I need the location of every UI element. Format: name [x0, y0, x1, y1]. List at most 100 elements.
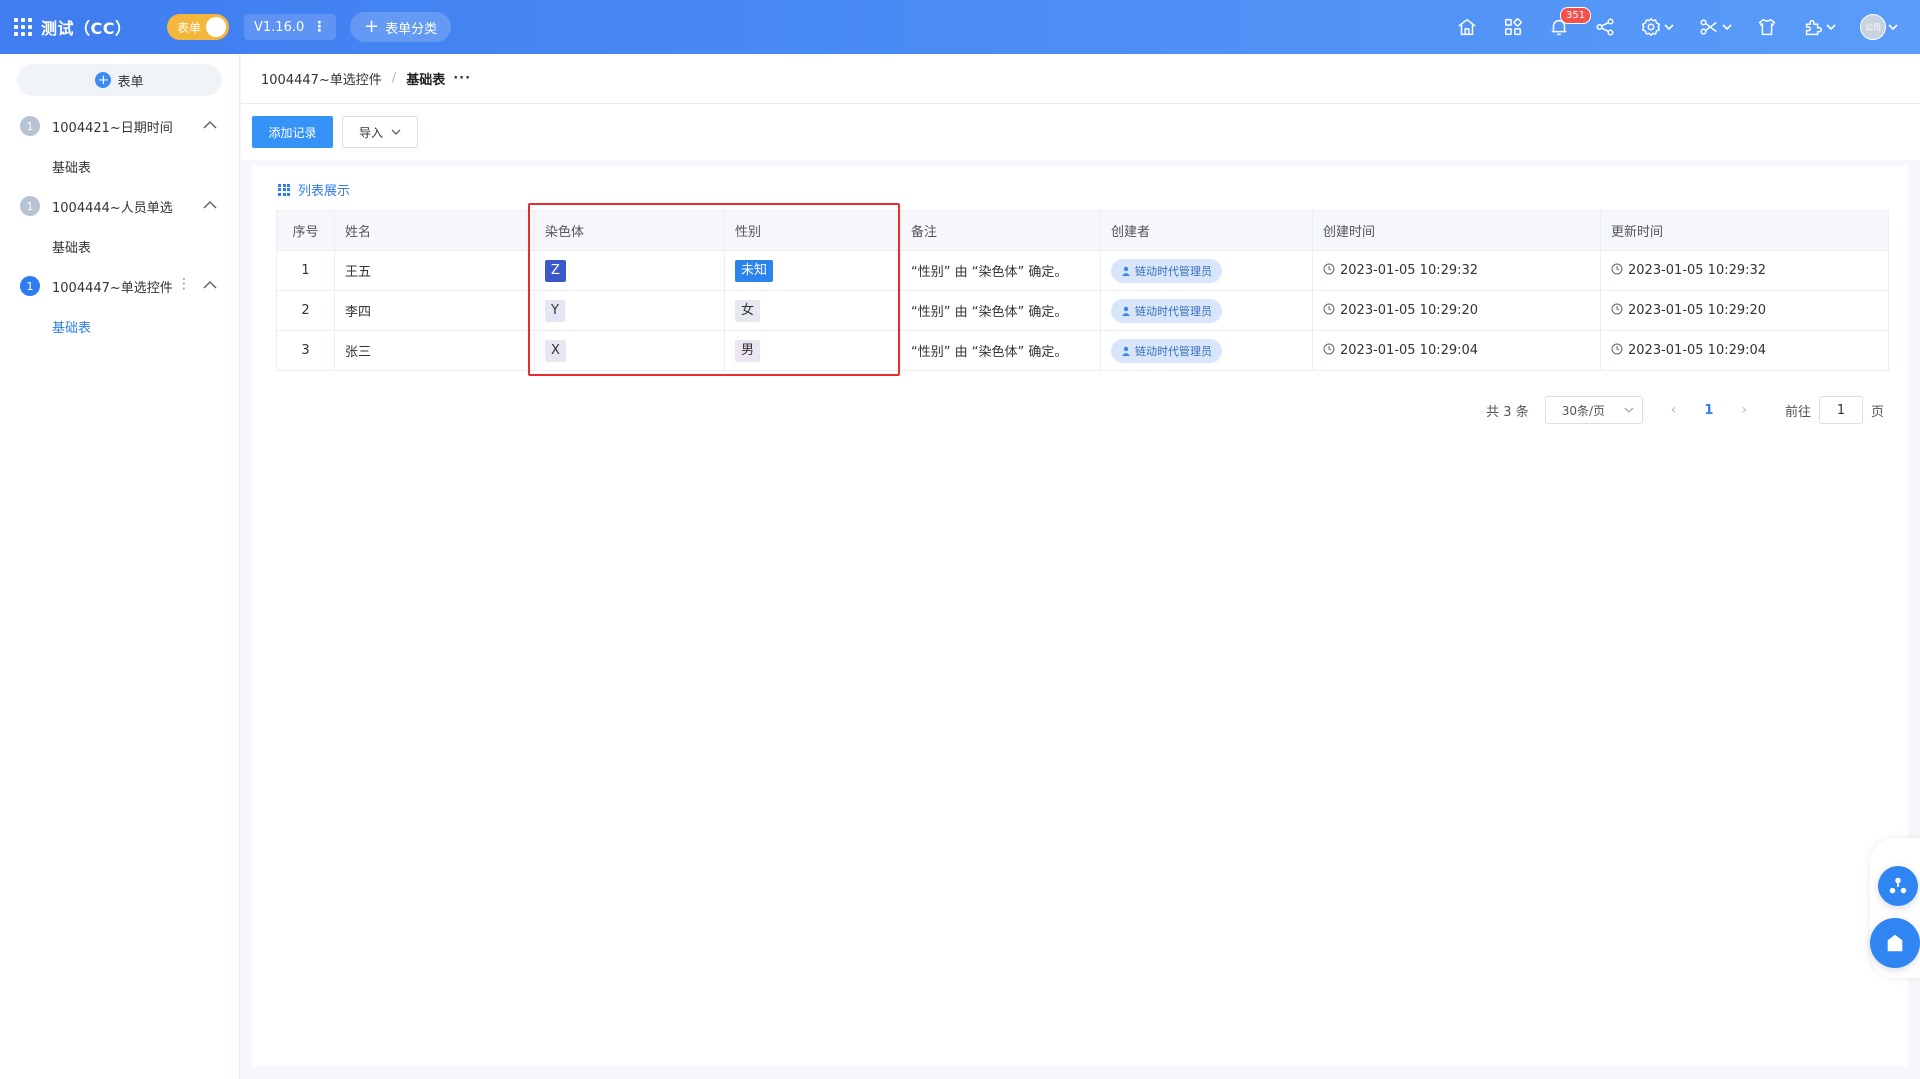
notifications-button[interactable]: 351	[1548, 7, 1592, 38]
records-table: 序号 姓名 染色体 性别 备注 创建者 创建时间 更新时间 1 王五 Z 未知 …	[276, 210, 1889, 371]
clock-icon	[1323, 263, 1335, 275]
cell-creator: 链动时代管理员	[1100, 290, 1313, 331]
table-row[interactable]: 3 张三 X 男 “性别” 由 “染色体” 确定。 链动时代管理员 2023-0…	[276, 330, 1889, 371]
chevron-up-icon[interactable]	[203, 120, 217, 130]
theme-button[interactable]	[1756, 16, 1778, 38]
more-vertical-icon[interactable]: ⋮	[177, 276, 191, 292]
chevron-down-icon	[1664, 24, 1674, 31]
cell-gender: 男	[724, 330, 901, 371]
user-icon	[1122, 346, 1130, 356]
breadcrumb-parent[interactable]: 1004447~单选控件	[261, 69, 382, 88]
tools-menu[interactable]	[1698, 16, 1732, 38]
page-number-current[interactable]: 1	[1704, 403, 1713, 418]
column-header-name[interactable]: 姓名	[334, 210, 535, 251]
column-header-note[interactable]: 备注	[900, 210, 1101, 251]
sidebar-item-base-table[interactable]: 基础表	[0, 146, 239, 186]
share-button[interactable]	[1594, 16, 1616, 38]
cell-chromosome: Z	[534, 250, 725, 291]
updated-time-value: 2023-01-05 10:29:20	[1628, 303, 1767, 318]
top-bar: 测试（CC） 表单 V1.16.0 ⋮ + 表单分类 351 公司	[0, 0, 1920, 54]
plugins-menu[interactable]	[1802, 16, 1836, 38]
more-horizontal-icon[interactable]: ···	[453, 71, 471, 86]
cell-updated-time: 2023-01-05 10:29:04	[1600, 330, 1889, 371]
goto-label: 前往	[1784, 404, 1811, 420]
add-form-button[interactable]: + 表单	[17, 64, 222, 96]
breadcrumb-separator: /	[391, 71, 397, 86]
prev-page-button[interactable]: ‹	[1671, 402, 1677, 418]
sidebar-group-date-time[interactable]: 1 1004421~日期时间	[0, 106, 239, 146]
chevron-down-icon	[1624, 407, 1634, 413]
group-label: 1004444~人员单选	[52, 200, 173, 216]
cell-note: “性别” 由 “染色体” 确定。	[900, 330, 1101, 371]
toolbar: 添加记录 导入	[241, 104, 1920, 160]
form-category-button[interactable]: + 表单分类	[350, 12, 452, 42]
home-float-button[interactable]	[1870, 918, 1920, 968]
cell-index: 2	[276, 290, 335, 331]
cell-index: 1	[276, 250, 335, 291]
group-number: 1	[20, 196, 40, 216]
apps-button[interactable]	[1502, 16, 1524, 38]
settings-menu[interactable]	[1640, 16, 1674, 38]
chromosome-tag: X	[545, 339, 566, 362]
cell-note: “性别” 由 “染色体” 确定。	[900, 290, 1101, 331]
updated-time-value: 2023-01-05 10:29:04	[1628, 343, 1767, 358]
plus-icon: +	[364, 16, 380, 37]
top-icon-bar: 351 公司	[1432, 0, 1898, 54]
creator-name: 链动时代管理员	[1135, 344, 1212, 358]
chevron-up-icon[interactable]	[203, 200, 217, 210]
gender-tag: 女	[735, 299, 761, 322]
version-menu[interactable]: V1.16.0 ⋮	[244, 14, 337, 40]
puzzle-icon	[1805, 19, 1822, 36]
workflow-button[interactable]	[1878, 866, 1918, 906]
creator-tag: 链动时代管理员	[1111, 338, 1222, 363]
chromosome-tag: Z	[545, 259, 566, 282]
column-header-gender[interactable]: 性别	[724, 210, 901, 251]
chevron-up-icon[interactable]	[203, 280, 217, 290]
table-row[interactable]: 2 李四 Y 女 “性别” 由 “染色体” 确定。 链动时代管理员 2023-0…	[276, 290, 1889, 331]
sidebar-item-base-table[interactable]: 基础表	[0, 226, 239, 266]
add-record-button[interactable]: 添加记录	[252, 116, 333, 148]
column-header-creator[interactable]: 创建者	[1100, 210, 1313, 251]
chevron-down-icon	[1722, 24, 1732, 31]
sidebar-item-base-table-active[interactable]: 基础表	[0, 306, 239, 346]
column-header-chromosome[interactable]: 染色体	[534, 210, 725, 251]
breadcrumb: 1004447~单选控件 / 基础表 ···	[241, 54, 1920, 104]
building-icon	[1887, 934, 1903, 952]
toggle-label: 表单	[177, 20, 202, 35]
version-label: V1.16.0	[254, 19, 305, 35]
list-view-tab[interactable]: 列表展示	[278, 180, 350, 199]
creator-name: 链动时代管理员	[1135, 304, 1212, 318]
creator-tag: 链动时代管理员	[1111, 258, 1222, 283]
goto-page-input[interactable]: 1	[1818, 396, 1863, 424]
chevron-down-icon	[1888, 24, 1898, 31]
sidebar: + 表单 1 1004421~日期时间 基础表 1 1004444~人员单选 基…	[0, 54, 240, 1079]
column-header-index[interactable]: 序号	[276, 210, 335, 251]
cell-updated-time: 2023-01-05 10:29:20	[1600, 290, 1889, 331]
chevron-down-icon	[391, 129, 401, 135]
table-row[interactable]: 1 王五 Z 未知 “性别” 由 “染色体” 确定。 链动时代管理员 2023-…	[276, 250, 1889, 291]
cell-chromosome: Y	[534, 290, 725, 331]
home-icon	[1458, 18, 1476, 36]
apps-grid-icon[interactable]	[14, 18, 32, 36]
group-number: 1	[20, 276, 40, 296]
grid-icon	[278, 183, 290, 196]
more-vertical-icon: ⋮	[312, 19, 327, 35]
cell-name: 王五	[334, 250, 535, 291]
column-header-created-time[interactable]: 创建时间	[1312, 210, 1601, 251]
sidebar-group-person-select[interactable]: 1 1004444~人员单选	[0, 186, 239, 226]
clock-icon	[1611, 343, 1623, 355]
cell-created-time: 2023-01-05 10:29:20	[1312, 290, 1601, 331]
user-menu[interactable]: 公司	[1860, 14, 1898, 40]
column-header-updated-time[interactable]: 更新时间	[1600, 210, 1889, 251]
gender-tag: 未知	[735, 259, 774, 282]
group-number: 1	[20, 116, 40, 136]
gender-tag: 男	[735, 339, 761, 362]
home-button[interactable]	[1456, 16, 1478, 38]
import-label: 导入	[358, 125, 383, 140]
page-size-select[interactable]: 30条/页	[1544, 396, 1643, 424]
form-mode-toggle[interactable]: 表单	[167, 14, 229, 40]
next-page-button[interactable]: ›	[1741, 402, 1747, 418]
import-button[interactable]: 导入	[342, 116, 418, 148]
sidebar-group-radio-control[interactable]: 1 1004447~单选控件 ⋮	[0, 266, 239, 306]
floating-toolbar	[1870, 838, 1920, 978]
